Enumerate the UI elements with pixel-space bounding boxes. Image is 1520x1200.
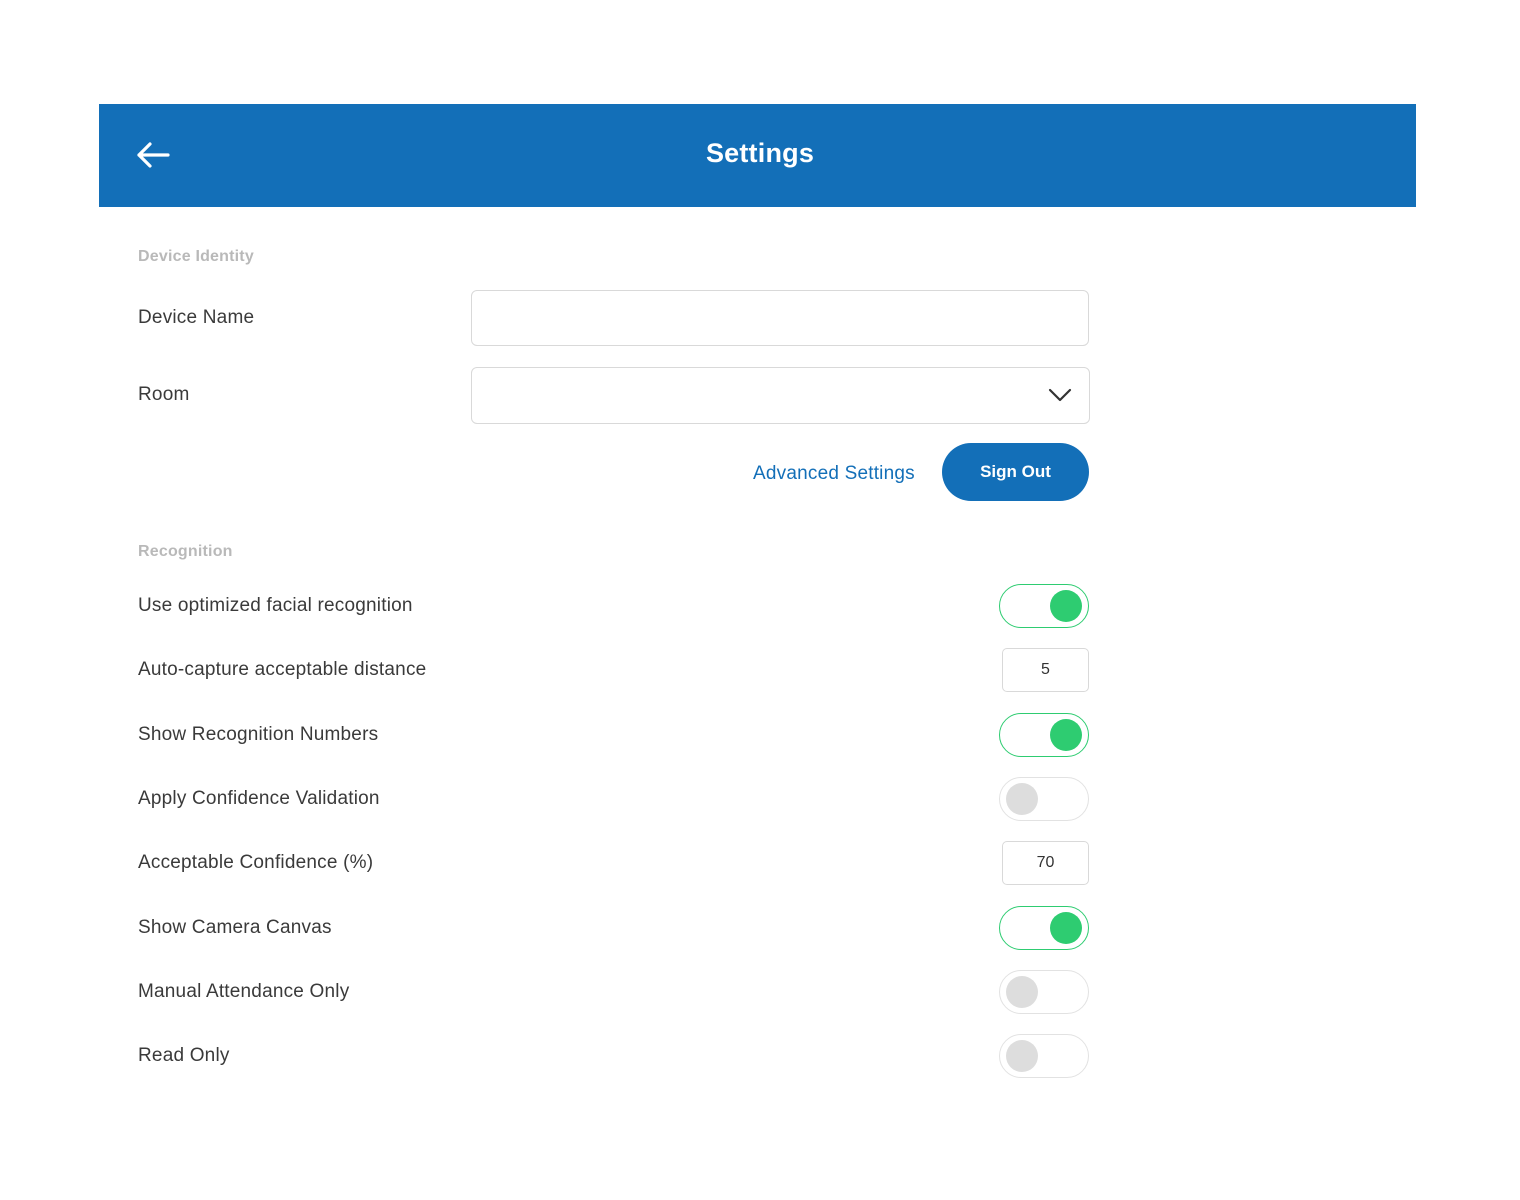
show-recognition-numbers-toggle[interactable]	[999, 713, 1089, 757]
toggle-knob	[1006, 976, 1038, 1008]
auto-capture-distance-label: Auto-capture acceptable distance	[138, 659, 427, 680]
sign-out-button[interactable]: Sign Out	[942, 443, 1089, 501]
apply-confidence-validation-label: Apply Confidence Validation	[138, 788, 380, 809]
show-camera-canvas-label: Show Camera Canvas	[138, 917, 332, 938]
toggle-knob	[1050, 912, 1082, 944]
toggle-knob	[1050, 719, 1082, 751]
manual-attendance-only-toggle[interactable]	[999, 970, 1089, 1014]
optimized-facial-label: Use optimized facial recognition	[138, 595, 413, 616]
manual-attendance-only-label: Manual Attendance Only	[138, 981, 350, 1002]
section-title-device-identity: Device Identity	[138, 248, 254, 265]
toggle-knob	[1006, 1040, 1038, 1072]
device-name-input[interactable]	[471, 290, 1089, 346]
toggle-knob	[1006, 783, 1038, 815]
advanced-settings-link[interactable]: Advanced Settings	[753, 463, 915, 485]
acceptable-confidence-label: Acceptable Confidence (%)	[138, 852, 374, 873]
page-title: Settings	[705, 138, 815, 168]
auto-capture-distance-input[interactable]	[1002, 648, 1089, 692]
read-only-toggle[interactable]	[999, 1034, 1089, 1078]
chevron-down-icon	[1048, 388, 1072, 402]
settings-page: Settings Device Identity Device Name Roo…	[0, 0, 1520, 1200]
room-select[interactable]	[471, 367, 1090, 424]
device-name-label: Device Name	[138, 307, 255, 328]
room-label: Room	[138, 384, 190, 405]
read-only-label: Read Only	[138, 1045, 230, 1066]
section-title-recognition: Recognition	[138, 543, 233, 560]
acceptable-confidence-input[interactable]	[1002, 841, 1089, 885]
show-recognition-numbers-label: Show Recognition Numbers	[138, 724, 379, 745]
apply-confidence-validation-toggle[interactable]	[999, 777, 1089, 821]
toggle-knob	[1050, 590, 1082, 622]
optimized-facial-toggle[interactable]	[999, 584, 1089, 628]
show-camera-canvas-toggle[interactable]	[999, 906, 1089, 950]
